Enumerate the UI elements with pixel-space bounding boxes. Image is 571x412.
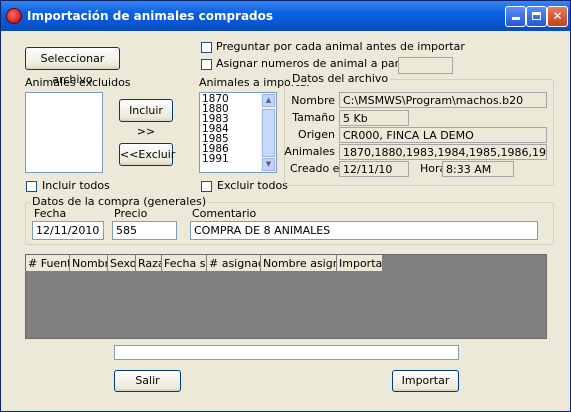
column-header[interactable]: # Fuente	[26, 255, 70, 272]
start-number-field[interactable]	[398, 57, 453, 74]
to-import-items: 1870 1880 1983 1984 1985 1986 1991	[202, 94, 229, 165]
column-header[interactable]: Raza	[136, 255, 162, 272]
scroll-up-icon[interactable]: ▲	[262, 94, 275, 107]
column-header[interactable]: Fecha sal.	[162, 255, 207, 272]
purchase-price-input[interactable]: 585	[112, 221, 177, 240]
ask-each-checkbox[interactable]	[201, 42, 212, 53]
column-header[interactable]: Nombre	[70, 255, 108, 272]
column-header[interactable]: Sexo	[108, 255, 136, 272]
list-item[interactable]: 1991	[202, 154, 229, 165]
file-size-value: 5 Kb	[339, 110, 409, 126]
close-button[interactable]: ✕	[547, 6, 568, 27]
scroll-thumb[interactable]	[262, 109, 275, 157]
column-header[interactable]: Importado	[337, 255, 383, 272]
minimize-button[interactable]	[505, 6, 526, 27]
column-header[interactable]: Nombre asignado	[261, 255, 337, 272]
file-origin-label: Origen	[298, 128, 335, 141]
progress-bar	[114, 345, 459, 360]
include-all-checkbox[interactable]	[26, 181, 37, 192]
ask-each-label: Preguntar por cada animal antes de impor…	[216, 40, 465, 53]
close-icon: ✕	[552, 9, 563, 23]
exit-button[interactable]: Salir	[114, 370, 181, 392]
exclude-all-checkbox[interactable]	[201, 181, 212, 192]
minimize-icon	[511, 17, 520, 20]
animals-grid[interactable]: # Fuente Nombre Sexo Raza Fecha sal. # a…	[25, 254, 547, 339]
include-all-label: Incluir todos	[42, 179, 110, 192]
excluded-list[interactable]	[25, 92, 103, 173]
created-label: Creado el:	[290, 162, 347, 175]
created-value: 12/11/10	[339, 161, 409, 177]
file-name-label: Nombre	[291, 94, 335, 107]
purchase-date-label: Fecha	[34, 207, 67, 220]
assign-numbers-checkbox[interactable]	[201, 59, 212, 70]
exclude-all-label: Excluir todos	[217, 179, 288, 192]
include-button[interactable]: Incluir >>	[119, 99, 173, 138]
purchase-date-input[interactable]: 12/11/2010	[32, 221, 104, 240]
file-animals-value: 1870,1880,1983,1984,1985,1986,1991,1993	[339, 144, 547, 160]
to-import-list[interactable]: 1870 1880 1983 1984 1985 1986 1991 ▲ ▼	[199, 92, 277, 173]
exclude-button[interactable]: <<Excluir	[119, 143, 175, 166]
file-size-label: Tamaño	[292, 111, 335, 124]
file-origin-value: CR000, FINCA LA DEMO	[339, 127, 547, 143]
app-icon[interactable]	[6, 8, 22, 24]
purchase-comment-label: Comentario	[192, 207, 257, 220]
purchase-comment-input[interactable]: COMPRA DE 8 ANIMALES	[190, 221, 538, 240]
excluded-label: Animales excluidos	[25, 76, 131, 89]
purchase-price-label: Precio	[114, 207, 148, 220]
column-header[interactable]: # asignado	[207, 255, 261, 272]
file-animals-label: Animales	[284, 145, 335, 158]
import-window: Importación de animales comprados ✕ Sele…	[0, 0, 571, 412]
select-file-button[interactable]: Seleccionar archivo	[25, 47, 120, 86]
maximize-button[interactable]	[526, 6, 547, 27]
scroll-down-icon[interactable]: ▼	[262, 158, 275, 171]
time-value: 8:33 AM	[442, 161, 514, 177]
file-data-title: Datos del archivo	[290, 72, 391, 85]
window-title: Importación de animales comprados	[27, 9, 274, 23]
to-import-scrollbar[interactable]: ▲ ▼	[261, 93, 276, 172]
title-bar[interactable]: Importación de animales comprados ✕	[1, 1, 570, 31]
import-button[interactable]: Importar	[392, 370, 459, 392]
file-name-value: C:\MSMWS\Program\machos.b20	[339, 92, 547, 108]
maximize-icon	[532, 12, 541, 20]
